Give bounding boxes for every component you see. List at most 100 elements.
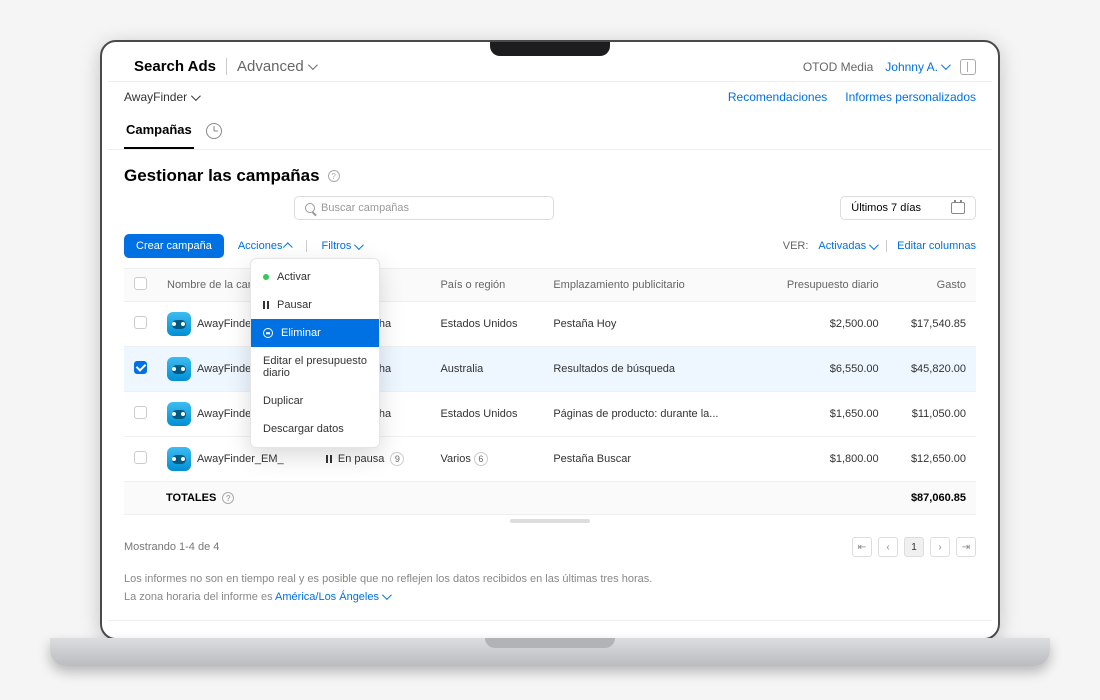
campaign-name[interactable]: AwayFinder_EM_: [197, 453, 284, 465]
search-placeholder: Buscar campañas: [321, 202, 409, 214]
action-remove[interactable]: Eliminar: [251, 319, 379, 347]
org-name: OTOD Media: [803, 60, 873, 74]
search-icon: [305, 203, 315, 213]
row-checkbox[interactable]: [134, 361, 147, 374]
placement-text: Resultados de búsqueda: [543, 347, 758, 392]
chevron-up-icon: [283, 242, 293, 252]
view-label: VER:: [783, 240, 809, 252]
edit-columns-link[interactable]: Editar columnas: [897, 240, 976, 252]
region-count-badge: 6: [474, 452, 488, 466]
app-icon: [167, 312, 191, 336]
tabs: Campañas: [108, 112, 992, 150]
action-duplicate[interactable]: Duplicar: [251, 387, 379, 415]
budget-value: $1,800.00: [759, 437, 889, 482]
app-selector-label: AwayFinder: [124, 90, 187, 104]
history-icon[interactable]: [206, 123, 222, 139]
pagination-summary: Mostrando 1-4 de 4: [124, 541, 219, 553]
user-name: Johnny A.: [885, 60, 938, 74]
budget-value: $1,650.00: [759, 392, 889, 437]
col-placement[interactable]: Emplazamiento publicitario: [543, 269, 758, 302]
user-menu[interactable]: Johnny A.: [885, 60, 948, 74]
search-input[interactable]: Buscar campañas: [294, 196, 554, 220]
pager-next[interactable]: ›: [930, 537, 950, 557]
report-notes: Los informes no son en tiempo real y es …: [108, 571, 992, 620]
pause-icon: [326, 455, 332, 463]
budget-value: $6,550.00: [759, 347, 889, 392]
region-text: Estados Unidos: [440, 408, 517, 420]
divider: [886, 240, 887, 252]
placement-text: Pestaña Buscar: [543, 437, 758, 482]
view-filter-value: Activadas: [818, 240, 866, 252]
spend-value: $11,050.00: [889, 392, 976, 437]
placement-text: Pestaña Hoy: [543, 302, 758, 347]
calendar-icon: [951, 202, 965, 214]
panel-toggle-icon[interactable]: [960, 59, 976, 75]
app-icon: [167, 402, 191, 426]
page-footer: Copyright © 2024 Apple Inc. Todos los de…: [108, 620, 992, 632]
pager-prev[interactable]: ‹: [878, 537, 898, 557]
action-pause-label: Pausar: [277, 299, 312, 311]
divider: [306, 240, 307, 252]
sub-header: AwayFinder Recomendaciones Informes pers…: [108, 82, 992, 112]
chevron-down-icon: [354, 240, 364, 250]
col-budget[interactable]: Presupuesto diario: [759, 269, 889, 302]
spend-value: $17,540.85: [889, 302, 976, 347]
product-tier-label: Advanced: [237, 58, 304, 75]
create-campaign-button[interactable]: Crear campaña: [124, 234, 224, 258]
select-all-checkbox[interactable]: [134, 277, 147, 290]
filters-menu-trigger[interactable]: Filtros: [321, 240, 361, 252]
actions-dropdown: Activar Pausar Eliminar Editar el presup…: [250, 258, 380, 448]
totals-spend: $87,060.85: [889, 482, 976, 515]
col-spend[interactable]: Gasto: [889, 269, 976, 302]
pager-last[interactable]: ⇥: [956, 537, 976, 557]
action-activate[interactable]: Activar: [251, 263, 379, 291]
timezone-link[interactable]: América/Los Ángeles: [275, 591, 389, 603]
chevron-down-icon: [191, 91, 201, 101]
region-text: Australia: [440, 363, 483, 375]
chevron-down-icon: [382, 590, 392, 600]
row-checkbox[interactable]: [134, 451, 147, 464]
product-name: Search Ads: [134, 58, 216, 75]
pager-first[interactable]: ⇤: [852, 537, 872, 557]
row-checkbox[interactable]: [134, 316, 147, 329]
view-filter[interactable]: Activadas: [818, 240, 876, 252]
actions-menu-trigger[interactable]: Acciones: [238, 240, 293, 252]
status-count-badge: 9: [390, 452, 404, 466]
remove-icon: [263, 328, 273, 338]
region-text: Varios: [440, 453, 470, 465]
action-edit-budget[interactable]: Editar el presupuesto diario: [251, 347, 379, 387]
budget-value: $2,500.00: [759, 302, 889, 347]
product-tier[interactable]: Advanced: [226, 58, 315, 75]
laptop-base: [50, 638, 1050, 666]
spend-value: $45,820.00: [889, 347, 976, 392]
placement-text: Páginas de producto: durante la...: [543, 392, 758, 437]
action-activate-label: Activar: [277, 271, 311, 283]
pager: ⇤ ‹ 1 › ⇥: [852, 537, 976, 557]
filters-label: Filtros: [321, 240, 351, 252]
help-icon[interactable]: ?: [328, 170, 340, 182]
action-download[interactable]: Descargar datos: [251, 415, 379, 443]
date-range-label: Últimos 7 días: [851, 202, 921, 214]
row-checkbox[interactable]: [134, 406, 147, 419]
app-icon: [167, 357, 191, 381]
pager-page-current[interactable]: 1: [904, 537, 924, 557]
recommendations-link[interactable]: Recomendaciones: [728, 90, 827, 104]
date-range-picker[interactable]: Últimos 7 días: [840, 196, 976, 220]
spend-value: $12,650.00: [889, 437, 976, 482]
help-icon[interactable]: ?: [222, 492, 234, 504]
active-dot-icon: [263, 274, 269, 280]
action-remove-label: Eliminar: [281, 327, 321, 339]
app-selector[interactable]: AwayFinder: [124, 90, 198, 104]
col-region[interactable]: País o región: [430, 269, 543, 302]
region-text: Estados Unidos: [440, 318, 517, 330]
chevron-down-icon: [941, 60, 951, 70]
laptop-hinge: [485, 638, 615, 648]
chevron-down-icon: [308, 60, 318, 70]
timezone-label: América/Los Ángeles: [275, 591, 379, 603]
action-pause[interactable]: Pausar: [251, 291, 379, 319]
tab-campaigns[interactable]: Campañas: [124, 112, 194, 149]
custom-reports-link[interactable]: Informes personalizados: [845, 90, 976, 104]
pause-icon: [263, 301, 269, 309]
laptop-notch: [490, 42, 610, 56]
note-tz-prefix: La zona horaria del informe es: [124, 591, 275, 603]
